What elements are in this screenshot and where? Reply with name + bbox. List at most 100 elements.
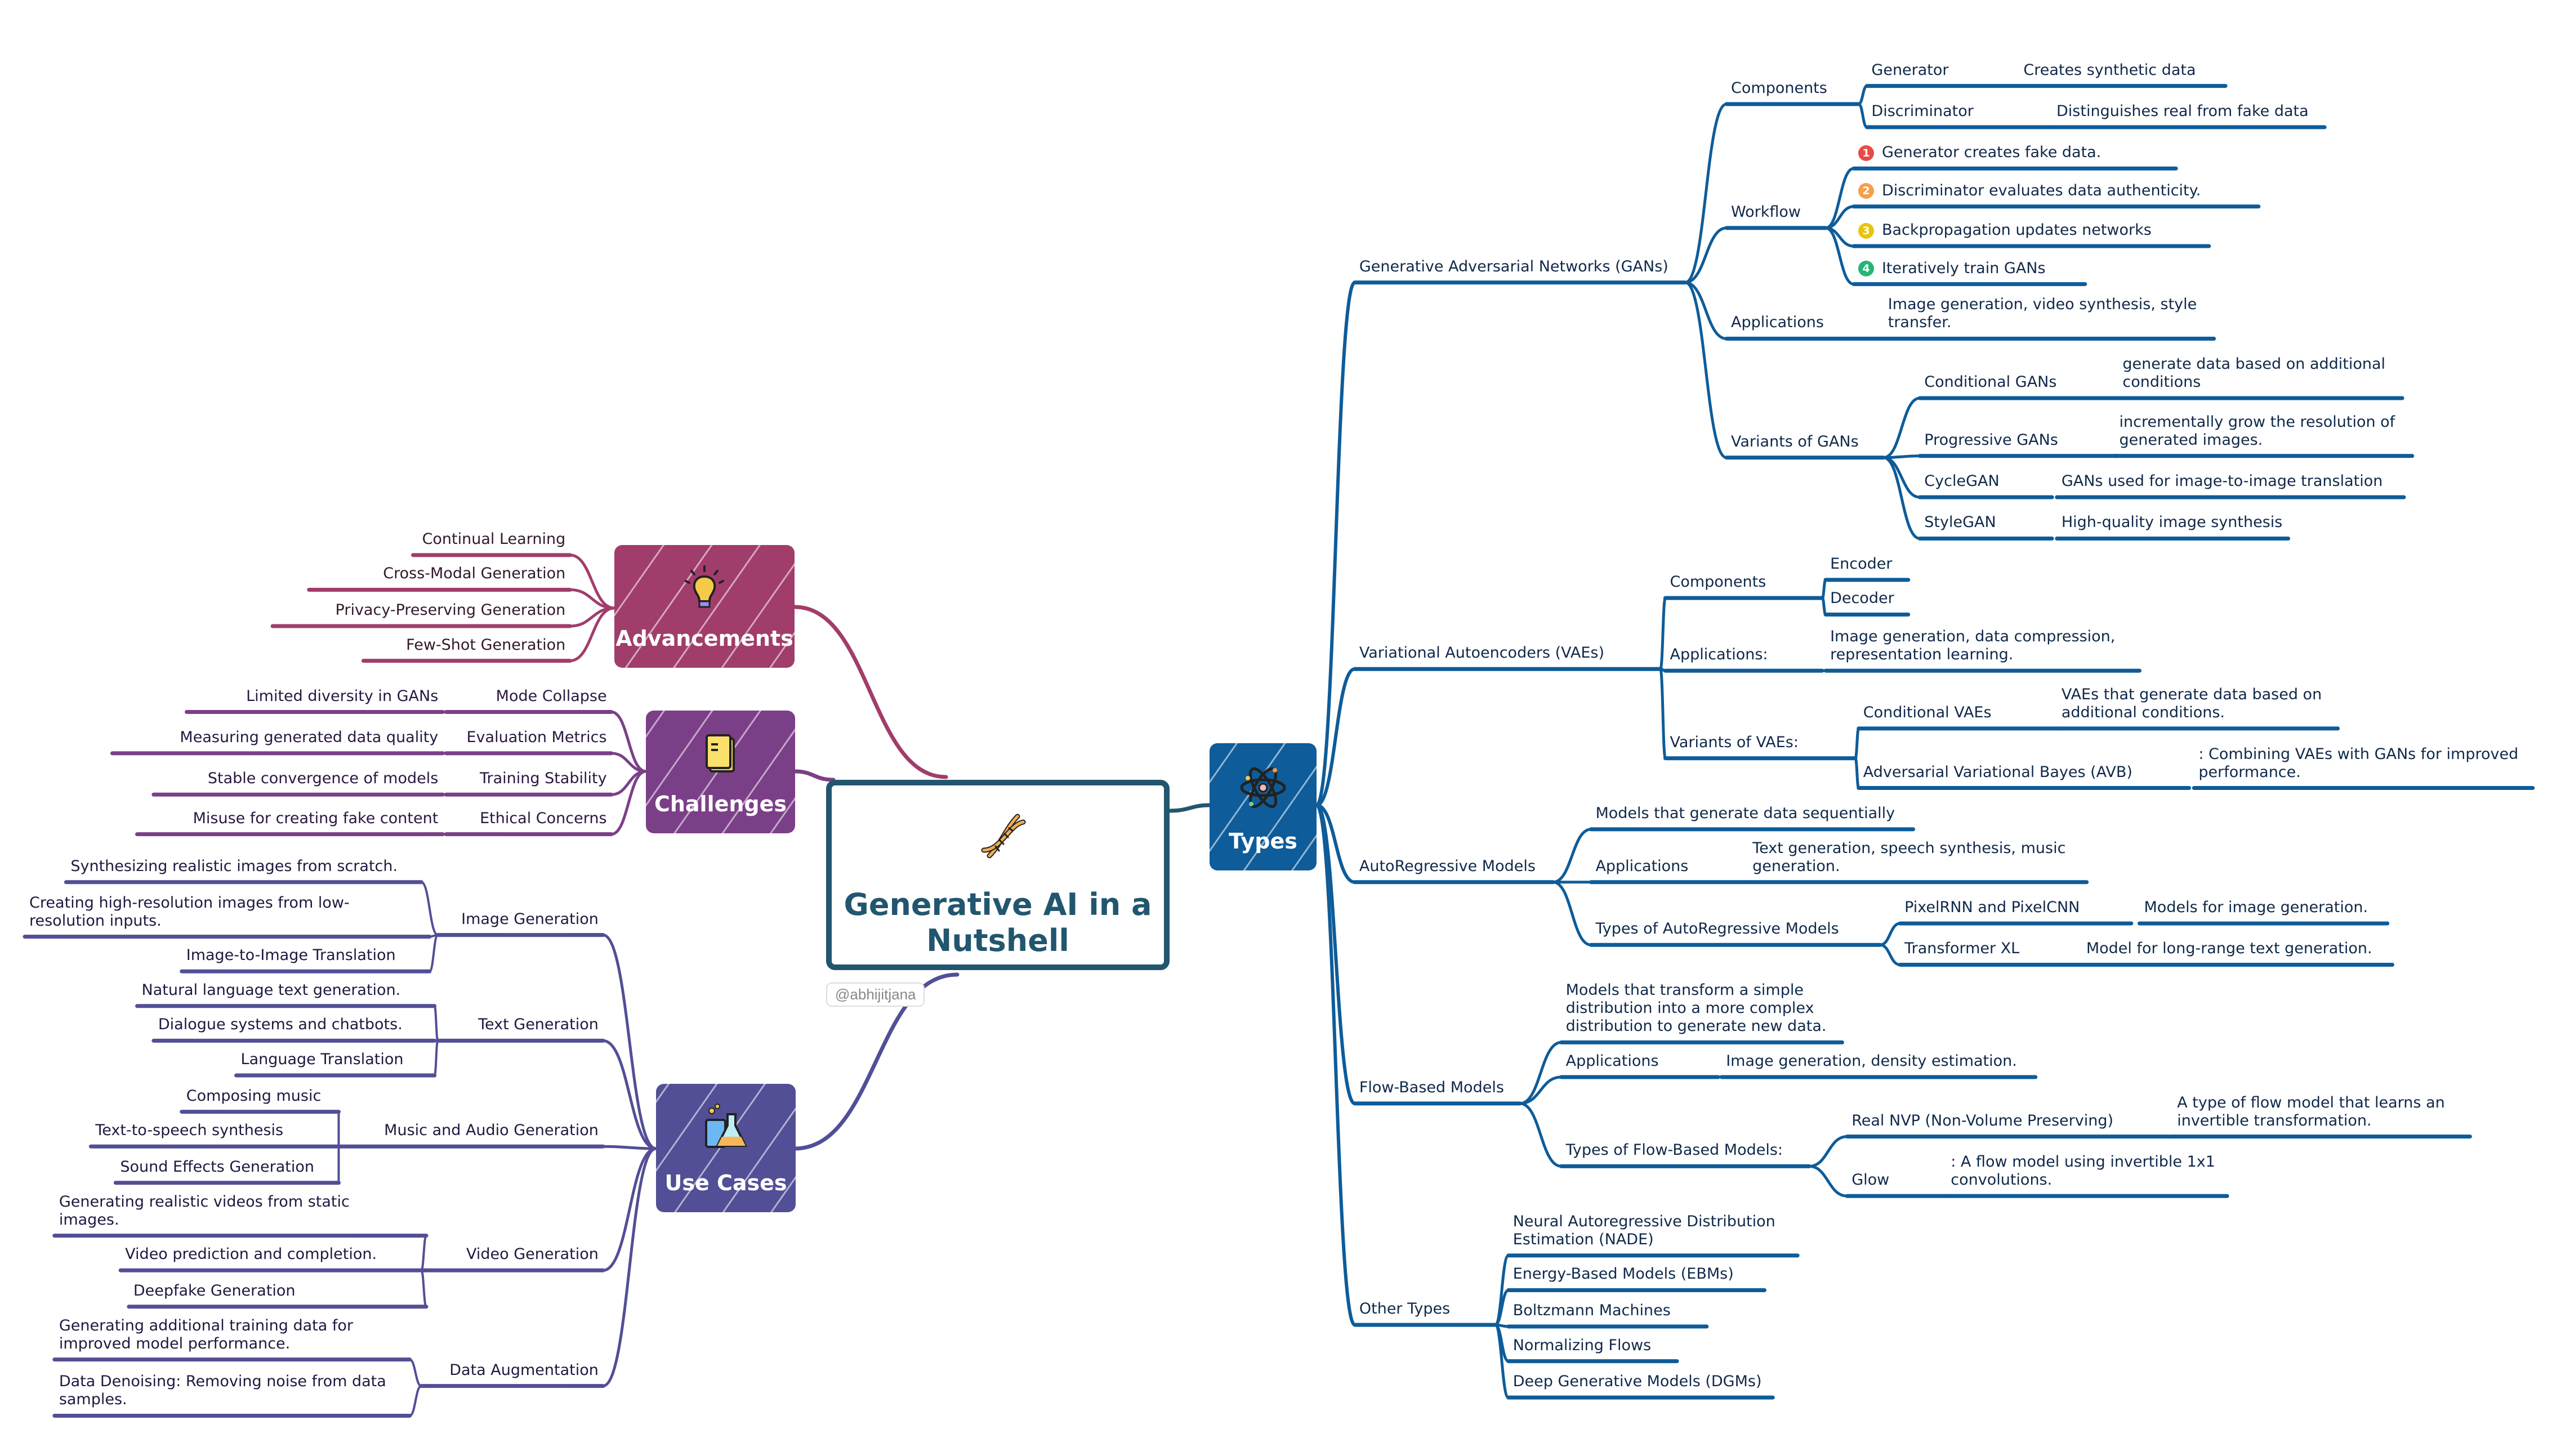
description-node[interactable]: High-quality image synthesis <box>2062 513 2284 532</box>
use-case-item[interactable]: Natural language text generation. <box>142 981 430 999</box>
use-case-item[interactable]: Composing music <box>186 1087 334 1105</box>
use-case-item[interactable]: Generating additional training data for … <box>59 1317 405 1353</box>
use-case-item[interactable]: Generating realistic videos from static … <box>59 1193 422 1229</box>
connector-line <box>1684 281 1728 340</box>
description-node[interactable]: Distinguishes real from fake data <box>2056 102 2320 120</box>
connector-line <box>1882 456 1921 499</box>
description-node[interactable]: generate data based on additional condit… <box>2122 355 2398 391</box>
mind-map-node[interactable]: Models that generate data sequentially <box>1595 805 1908 823</box>
description-node[interactable]: Stable convergence of models <box>158 770 438 788</box>
use-case-item[interactable]: Dialogue systems and chatbots. <box>158 1016 430 1034</box>
mind-map-node[interactable]: Generator <box>1871 61 2014 79</box>
mind-map-node[interactable]: Applications <box>1731 314 1879 332</box>
mind-map-node[interactable]: Conditional GANs <box>1924 373 2113 391</box>
type-node[interactable]: Other Types <box>1359 1300 1491 1318</box>
use-case-group[interactable]: Data Augmentation <box>426 1361 599 1379</box>
use-case-group[interactable]: Text Generation <box>443 1016 599 1034</box>
use-case-item[interactable]: Language Translation <box>241 1051 430 1069</box>
mind-map-node[interactable]: Conditional VAEs <box>1863 704 2053 722</box>
mind-map-node[interactable]: Applications <box>1566 1052 1714 1070</box>
description-node[interactable]: Limited diversity in GANs <box>191 687 438 705</box>
description-node[interactable]: A type of flow model that learns an inve… <box>2177 1094 2465 1130</box>
mind-map-node[interactable]: Deep Generative Models (DGMs) <box>1513 1373 1768 1391</box>
workflow-step[interactable]: 4 Iteratively train GANs <box>1858 260 2081 278</box>
topic-types[interactable]: Types <box>1210 743 1317 870</box>
mind-map-node[interactable]: Real NVP (Non-Volume Preserving) <box>1851 1112 2173 1130</box>
mind-map-node[interactable]: PixelRNN and PixelCNN <box>1904 899 2127 917</box>
use-case-item[interactable]: Creating high-resolution images from low… <box>29 894 425 930</box>
mind-map-node[interactable]: Transformer XL <box>1904 940 2077 958</box>
mind-map-node[interactable]: Normalizing Flows <box>1513 1337 1672 1355</box>
description-node[interactable]: Models for image generation. <box>2144 899 2383 917</box>
mind-map-node[interactable]: Types of AutoRegressive Models <box>1595 920 1875 938</box>
connector-line <box>420 1269 427 1308</box>
workflow-step[interactable]: 3 Backpropagation updates networks <box>1858 221 2205 239</box>
advancement-node[interactable]: Continual Learning <box>418 530 566 548</box>
use-case-item[interactable]: Text-to-speech synthesis <box>95 1122 334 1140</box>
mind-map-node[interactable]: Boltzmann Machines <box>1513 1302 1702 1320</box>
type-node[interactable]: Generative Adversarial Networks (GANs) <box>1359 258 1681 276</box>
use-case-group[interactable]: Music and Audio Generation <box>343 1122 599 1140</box>
mind-map-node[interactable]: Variants of GANs <box>1731 433 1879 451</box>
use-case-group[interactable]: Video Generation <box>426 1245 599 1263</box>
mind-map-node[interactable]: Types of Flow-Based Models: <box>1566 1141 1805 1159</box>
mind-map-node[interactable]: Energy-Based Models (EBMs) <box>1513 1265 1760 1283</box>
mind-map-node[interactable]: Components <box>1731 79 1854 97</box>
mind-map-node[interactable]: Decoder <box>1830 589 1904 608</box>
mind-map-node[interactable]: Glow <box>1851 1171 1942 1189</box>
description-node[interactable]: Measuring generated data quality <box>117 729 438 747</box>
description-node[interactable]: : A flow model using invertible 1x1 conv… <box>1951 1153 2223 1189</box>
mind-map-node[interactable]: Variants of VAEs: <box>1670 734 1850 752</box>
topic-advancements[interactable]: Advancements <box>614 545 795 668</box>
description-node[interactable]: Creates synthetic data <box>2023 61 2221 79</box>
mind-map-node[interactable]: Applications <box>1595 857 1743 876</box>
description-node[interactable]: VAEs that generate data based on additio… <box>2062 686 2334 722</box>
mind-map-node[interactable]: Discriminator <box>1871 102 2047 120</box>
mind-map-node[interactable]: CycleGAN <box>1924 472 2047 490</box>
description-node[interactable]: Image generation, data compression, repr… <box>1830 628 2135 664</box>
mind-map-node[interactable]: Workflow <box>1731 203 1821 221</box>
workflow-step[interactable]: 2 Discriminator evaluates data authentici… <box>1858 182 2254 200</box>
connector-line <box>1684 102 1728 284</box>
mind-map-node[interactable]: Neural Autoregressive Distribution Estim… <box>1513 1213 1793 1249</box>
use-case-item[interactable]: Synthesizing realistic images from scrat… <box>70 857 417 876</box>
topic-challenges[interactable]: Challenges <box>646 711 795 833</box>
description-node[interactable]: Text generation, speech synthesis, music… <box>1752 839 2082 876</box>
challenge-node[interactable]: Training Stability <box>450 770 607 788</box>
use-case-item[interactable]: Sound Effects Generation <box>120 1158 334 1176</box>
mind-map-node[interactable]: Encoder <box>1830 555 1904 573</box>
description-node[interactable]: Model for long-range text generation. <box>2086 940 2388 958</box>
use-case-item[interactable]: Image-to-Image Translation <box>186 946 425 964</box>
mind-map-node[interactable]: Adversarial Variational Bayes (AVB) <box>1863 763 2185 781</box>
mind-map-node[interactable]: Models that transform a simple distribut… <box>1566 981 1838 1035</box>
topic-use-cases[interactable]: Use Cases <box>656 1084 796 1212</box>
challenge-node[interactable]: Evaluation Metrics <box>450 729 607 747</box>
description-node[interactable]: : Combining VAEs with GANs for improved … <box>2198 745 2528 781</box>
workflow-step[interactable]: 1 Generator creates fake data. <box>1858 144 2171 162</box>
description-node[interactable]: incrementally grow the resolution of gen… <box>2120 413 2408 449</box>
mind-map-canvas: Generative AI in a Nutshell @abhijitjana… <box>0 0 2561 1456</box>
central-topic[interactable]: Generative AI in a Nutshell <box>826 780 1170 970</box>
use-case-item[interactable]: Deepfake Generation <box>133 1282 422 1300</box>
connector-line <box>1879 943 1902 966</box>
description-node[interactable]: Image generation, video synthesis, style… <box>1888 296 2210 332</box>
mind-map-node[interactable]: Progressive GANs <box>1924 431 2113 449</box>
description-node[interactable]: GANs used for image-to-image translation <box>2062 472 2399 490</box>
description-node[interactable]: Image generation, density estimation. <box>1726 1052 2031 1070</box>
use-case-group[interactable]: Image Generation <box>443 910 599 928</box>
mind-map-node[interactable]: Applications: <box>1670 646 1818 664</box>
type-node[interactable]: Flow-Based Models <box>1359 1079 1515 1097</box>
type-node[interactable]: AutoRegressive Models <box>1359 857 1549 876</box>
challenge-node[interactable]: Ethical Concerns <box>450 810 606 828</box>
mind-map-node[interactable]: StyleGAN <box>1924 513 2047 532</box>
use-case-item[interactable]: Data Denoising: Removing noise from data… <box>59 1373 405 1409</box>
description-node[interactable]: Misuse for creating fake content <box>142 810 439 828</box>
use-case-item[interactable]: Video prediction and completion. <box>125 1245 422 1263</box>
mind-map-node[interactable]: Components <box>1670 573 1818 591</box>
connector-line <box>1315 803 1357 1327</box>
advancement-node[interactable]: Few-Shot Generation <box>368 636 565 654</box>
advancement-node[interactable]: Cross-Modal Generation <box>314 565 565 583</box>
challenge-node[interactable]: Mode Collapse <box>450 687 607 705</box>
advancement-node[interactable]: Privacy-Preserving Generation <box>277 601 566 619</box>
type-node[interactable]: Variational Autoencoders (VAEs) <box>1359 644 1656 662</box>
